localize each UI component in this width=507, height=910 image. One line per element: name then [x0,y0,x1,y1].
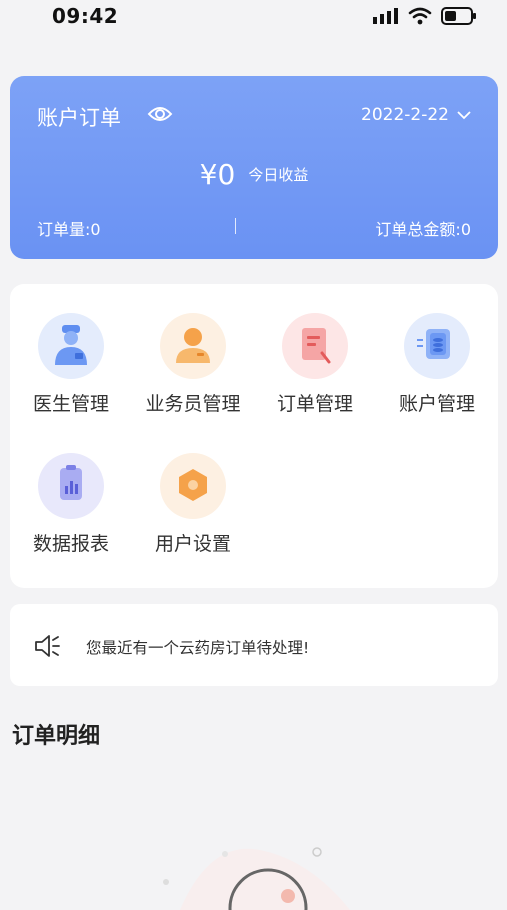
menu-label: 业务员管理 [145,393,241,415]
signal-icon [373,8,398,24]
menu-item-account-management[interactable]: 账户管理 [376,313,498,416]
earnings-amount: ¥0 [199,158,236,191]
report-icon [38,453,104,519]
menu-item-data-reports[interactable]: 数据报表 [10,453,132,556]
menu-item-salesperson-management[interactable]: 业务员管理 [132,313,254,416]
notice-text: 您最近有一个云药房订单待处理! [86,639,310,657]
doctor-icon [38,313,104,379]
order-icon [282,313,348,379]
battery-icon [441,7,476,25]
today-earnings: ¥0 今日收益 [10,158,498,191]
function-menu: 医生管理 业务员管理 订单管理 账户管理 数据报表 用户设置 [10,284,498,588]
menu-item-doctor-management[interactable]: 医生管理 [10,313,132,416]
speaker-icon [35,635,60,657]
wifi-icon [408,7,432,25]
empty-state-illustration [163,847,350,910]
menu-label: 用户设置 [154,533,231,555]
eye-icon[interactable] [147,104,173,124]
menu-label: 订单管理 [276,393,353,415]
order-total-amount: 订单总金额:0 [375,220,471,239]
account-orders-title: 账户订单 [37,106,121,130]
notice-bar[interactable]: 您最近有一个云药房订单待处理! [10,604,498,686]
date-value: 2022-2-22 [361,105,449,125]
menu-item-user-settings[interactable]: 用户设置 [132,453,254,556]
status-bar: 09:42 [0,0,507,34]
status-icons [373,7,477,25]
earnings-label: 今日收益 [248,166,309,184]
order-details-title: 订单明细 [12,724,101,749]
account-icon [404,313,470,379]
menu-label: 医生管理 [32,393,109,415]
account-orders-card: 账户订单 2022-2-22 ¥0 今日收益 订单量:0 订单总金额:0 [10,76,498,259]
status-time: 09:42 [52,4,119,28]
menu-label: 数据报表 [32,533,109,555]
salesperson-icon [160,313,226,379]
settings-icon [160,453,226,519]
chevron-down-icon [457,111,471,120]
date-selector[interactable]: 2022-2-22 [361,105,471,125]
menu-item-order-management[interactable]: 订单管理 [254,313,376,416]
order-count: 订单量:0 [37,220,101,239]
divider [235,218,236,234]
menu-label: 账户管理 [398,393,475,415]
